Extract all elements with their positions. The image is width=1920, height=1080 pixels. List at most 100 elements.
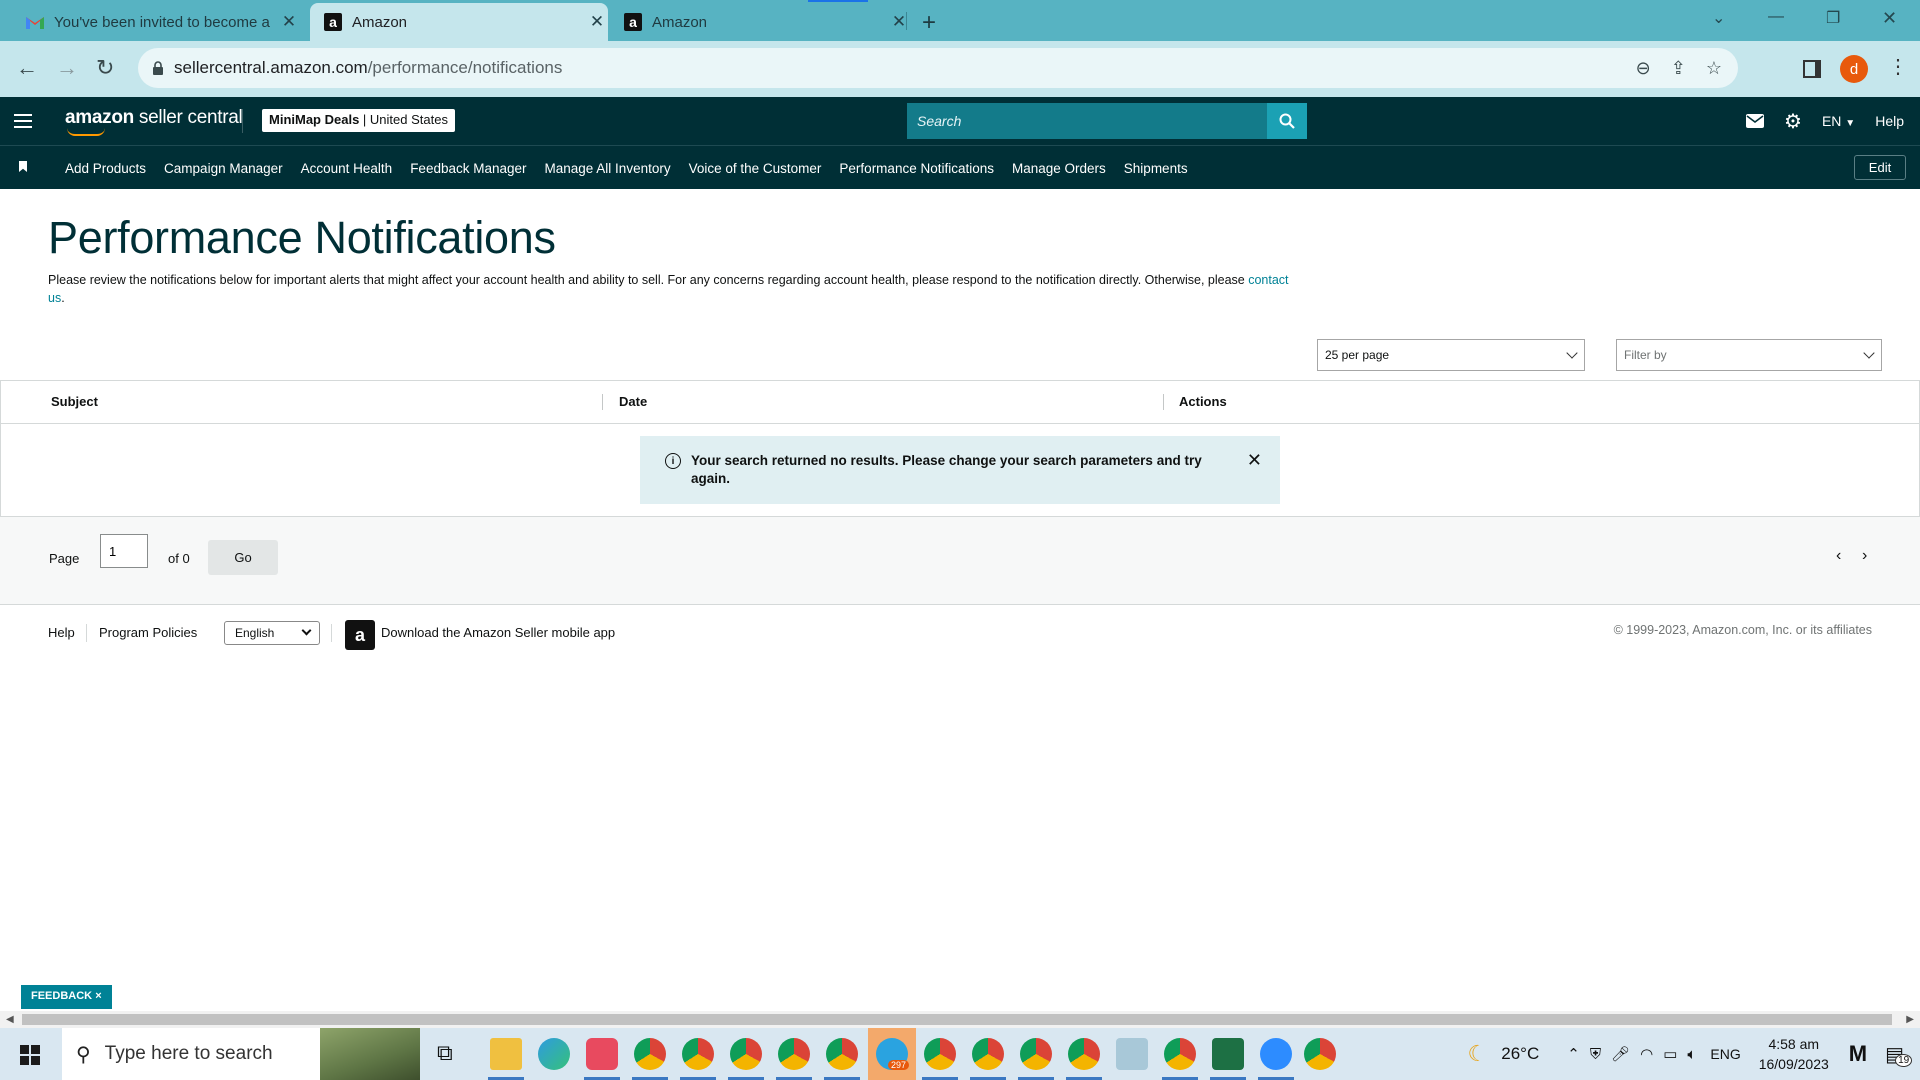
restore-icon[interactable]: ❐ [1826,8,1840,28]
defender-icon[interactable]: ⛨ [1590,1046,1601,1063]
nav-manage-all-inventory[interactable]: Manage All Inventory [545,161,671,176]
hamburger-menu-icon[interactable] [14,110,32,132]
address-bar[interactable]: sellercentral.amazon.com/performance/not… [138,48,1738,88]
close-tab-icon[interactable]: ✕ [278,12,300,32]
program-policies-link[interactable]: Program Policies [99,625,197,640]
store-separator: | [359,112,370,127]
tab-amazon-active[interactable]: a Amazon ✕ [310,3,608,41]
nav-manage-orders[interactable]: Manage Orders [1012,161,1106,176]
go-button[interactable]: Go [208,540,278,575]
bookmark-icon[interactable] [19,161,27,172]
nav-account-health[interactable]: Account Health [301,161,393,176]
weather-temp[interactable]: 26°C [1501,1044,1539,1064]
side-panel-icon[interactable] [1803,60,1821,78]
footer-help-link[interactable]: Help [48,625,75,640]
footer-language-select[interactable]: English [224,621,320,645]
weather-icon[interactable]: ☾ [1468,1041,1488,1067]
snipping-tool-icon[interactable] [586,1038,618,1070]
gear-icon[interactable]: ⚙ [1784,109,1802,134]
tab-search-icon[interactable]: ⌄ [1712,8,1725,28]
zoom-icon[interactable] [1260,1038,1292,1070]
column-subject[interactable]: Subject [51,394,98,409]
tray-expand-icon[interactable]: ⌃ [1567,1045,1580,1063]
store-switcher[interactable]: MiniMap Deals | United States [262,109,455,132]
feedback-button[interactable]: FEEDBACK × [21,985,112,1009]
filter-select[interactable]: Filter by [1616,339,1882,371]
volume-icon[interactable]: 🔈︎ [1687,1046,1696,1063]
edge-icon[interactable] [538,1038,570,1070]
mail-icon[interactable] [1746,114,1765,128]
close-tab-icon[interactable]: ✕ [586,12,608,32]
minimize-icon[interactable]: — [1768,8,1784,26]
amazon-app-icon[interactable]: a [345,620,375,650]
wifi-icon[interactable]: ◠ [1640,1045,1653,1063]
bookmark-nav-bar: Add Products Campaign Manager Account He… [0,145,1920,189]
per-page-value: 25 per page [1325,348,1390,362]
chrome-icon[interactable] [1304,1038,1336,1070]
nav-feedback-manager[interactable]: Feedback Manager [410,161,526,176]
chrome-profile-icon[interactable] [682,1038,714,1070]
share-icon[interactable]: ⇪ [1671,58,1686,79]
scroll-left-icon[interactable]: ◀ [6,1014,14,1025]
column-divider [1163,394,1164,410]
chrome-profile-icon[interactable] [1068,1038,1100,1070]
reload-icon[interactable]: ↻ [96,55,114,81]
chrome-profile-icon[interactable] [924,1038,956,1070]
store-region: United States [369,112,448,127]
back-icon[interactable]: ← [16,55,38,81]
close-window-icon[interactable]: ✕ [1882,8,1897,29]
language-selector[interactable]: EN ▼ [1822,113,1855,129]
tab-amazon[interactable]: a Amazon ✕ [612,3,910,41]
clock[interactable]: 4:58 am 16/09/2023 [1749,1034,1839,1074]
download-app-link[interactable]: Download the Amazon Seller mobile app [381,625,615,640]
seller-central-logo[interactable]: amazon seller central [65,107,243,136]
search-icon [1279,113,1295,129]
nav-voice-of-the-customer[interactable]: Voice of the Customer [689,161,822,176]
nav-performance-notifications[interactable]: Performance Notifications [839,161,994,176]
chrome-profile-icon[interactable] [778,1038,810,1070]
chrome-profile-icon[interactable] [972,1038,1004,1070]
edit-button[interactable]: Edit [1854,155,1906,180]
chrome-profile-icon[interactable] [1164,1038,1196,1070]
search-button[interactable] [1267,103,1307,139]
search-input[interactable] [907,103,1267,139]
chrome-profile-icon[interactable] [826,1038,858,1070]
microphone-icon[interactable]: 🎤︎ [1611,1045,1630,1063]
store-name: MiniMap Deals [269,112,360,127]
feedback-label: FEEDBACK [31,990,93,1002]
windows-start-icon[interactable] [20,1045,40,1065]
horizontal-scrollbar[interactable]: ◀ ▶ [0,1011,1920,1028]
task-view-icon[interactable]: ⧉ [437,1040,453,1066]
page-number-input[interactable] [100,534,148,568]
forward-icon[interactable]: → [56,55,78,81]
nav-shipments[interactable]: Shipments [1124,161,1188,176]
chrome-profile-icon[interactable] [634,1038,666,1070]
nav-campaign-manager[interactable]: Campaign Manager [164,161,283,176]
tab-gmail[interactable]: You've been invited to become a ✕ [14,3,300,41]
new-tab-button[interactable]: + [922,9,936,37]
excel-icon[interactable] [1212,1038,1244,1070]
column-date[interactable]: Date [619,394,647,409]
taskbar-search[interactable]: ⚲ Type here to search [62,1028,420,1080]
scrollbar-thumb[interactable] [22,1014,1892,1025]
scroll-right-icon[interactable]: ▶ [1906,1014,1914,1025]
bookmark-star-icon[interactable]: ☆ [1706,58,1722,79]
input-language[interactable]: ENG [1710,1046,1740,1062]
help-link[interactable]: Help [1875,113,1904,129]
battery-icon[interactable]: ▭ [1663,1045,1677,1063]
chrome-profile-icon[interactable] [1020,1038,1052,1070]
browser-menu-icon[interactable]: ⋮ [1888,54,1908,79]
feedback-close-icon[interactable]: × [95,990,101,1002]
notepad-icon[interactable] [1116,1038,1148,1070]
per-page-select[interactable]: 25 per page [1317,339,1585,371]
chrome-profile-icon[interactable] [730,1038,762,1070]
nav-add-products[interactable]: Add Products [65,161,146,176]
meet-app-icon[interactable]: M [1849,1041,1867,1067]
zoom-icon[interactable]: ⊖ [1636,58,1651,79]
chevron-left-icon[interactable]: ‹ [1836,547,1841,565]
close-icon[interactable]: ✕ [1247,450,1262,471]
file-explorer-icon[interactable] [490,1038,522,1070]
notification-center-icon[interactable]: ▤ 19 [1885,1042,1913,1067]
profile-avatar[interactable]: d [1840,55,1868,83]
chevron-right-icon[interactable]: › [1862,547,1867,565]
